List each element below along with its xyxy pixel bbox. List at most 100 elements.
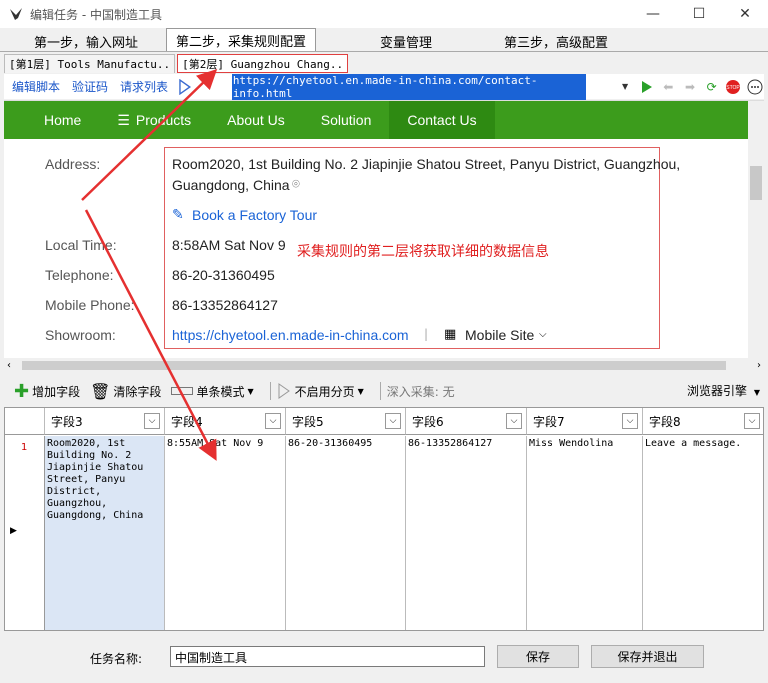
bottom-bar: 任务名称: 中国制造工具 保存 保存并退出: [0, 633, 768, 683]
chevron-down-icon[interactable]: ⌵: [385, 413, 401, 429]
dropdown-arrow-icon: ▼: [357, 386, 364, 396]
mobile-value: 86-13352864127: [172, 297, 278, 313]
tab-step3[interactable]: 第三步，高级配置: [496, 31, 616, 51]
nav-home[interactable]: Home: [4, 101, 99, 139]
task-name-input[interactable]: 中国制造工具: [170, 646, 485, 667]
captcha-link[interactable]: 验证码: [72, 78, 108, 95]
site-nav: Home ☰ Products About Us Solution Contact…: [4, 101, 748, 139]
back-icon[interactable]: ⬅: [659, 78, 677, 96]
add-field-button[interactable]: ✚ 增加字段: [14, 381, 80, 402]
address-label: Address:: [45, 156, 101, 172]
tab-variables[interactable]: 变量管理: [316, 31, 496, 51]
request-list-link[interactable]: 请求列表: [120, 78, 168, 95]
row-header[interactable]: 1 ▶: [5, 436, 45, 630]
nav-products[interactable]: ☰ Products: [99, 101, 209, 139]
grid-header[interactable]: 字段6 ⌵: [406, 408, 527, 435]
clear-field-button[interactable]: 🗑 清除字段: [90, 382, 161, 401]
paging-dropdown[interactable]: 不启用分页 ▼: [277, 383, 364, 400]
layer-tabs: [第1层] Tools Manufactu.. [第2层] Guangzhou …: [4, 53, 764, 73]
data-grid: 字段3 ⌵ 字段4 ⌵ 字段5 ⌵ 字段6 ⌵ 字段7 ⌵ 字段8 ⌵ 1 ▶ Room20…: [4, 407, 764, 631]
tab-step1[interactable]: 第一步，输入网址: [6, 31, 166, 51]
grid-cell[interactable]: Leave a message.: [643, 436, 763, 630]
browser-engine-label: 浏览器引擎: [687, 384, 748, 398]
vertical-scroll-thumb[interactable]: [750, 166, 762, 200]
row-number: 1: [21, 442, 28, 453]
grid-header[interactable]: 字段4 ⌵: [165, 408, 286, 435]
grid-header[interactable]: 字段7 ⌵: [527, 408, 643, 435]
field-toolbar: ✚ 增加字段 🗑 清除字段 单条模式 ▼ 不启用分页 ▼ 深入采集: 无 浏览器…: [4, 378, 764, 404]
local-time-value: 8:58AM Sat Nov 9: [172, 237, 286, 253]
chevron-down-icon[interactable]: ⌵: [506, 413, 522, 429]
nav-solution[interactable]: Solution: [303, 101, 390, 139]
qr-code-icon: ▦: [444, 327, 457, 342]
menu-icon: ☰: [117, 111, 130, 128]
local-time-label: Local Time:: [45, 237, 117, 253]
grid-cell[interactable]: 86-13352864127: [406, 436, 527, 630]
telephone-label: Telephone:: [45, 267, 114, 283]
grid-header-label: 字段8: [649, 414, 681, 429]
scroll-left-icon[interactable]: ‹: [7, 360, 11, 371]
single-mode-dropdown[interactable]: 单条模式 ▼: [171, 383, 254, 400]
grid-cell[interactable]: 86-20-31360495: [286, 436, 406, 630]
chevron-down-icon[interactable]: ⌵: [144, 413, 160, 429]
vertical-scrollbar[interactable]: [748, 101, 764, 358]
chevron-down-icon[interactable]: ⌵: [622, 413, 638, 429]
factory-tour-link[interactable]: Book a Factory Tour: [192, 207, 317, 223]
close-icon[interactable]: ✕: [722, 0, 768, 28]
minimize-icon[interactable]: —: [630, 0, 676, 28]
horizontal-scrollbar[interactable]: ‹ ›: [4, 358, 764, 373]
select-pointer-icon[interactable]: [178, 78, 192, 95]
deep-crawl-label: 深入采集: 无: [386, 384, 455, 399]
grid-cell[interactable]: Miss Wendolina: [527, 436, 643, 630]
maximize-icon[interactable]: ☐: [676, 0, 722, 28]
grid-cell[interactable]: 8:55AM Sat Nov 9: [165, 436, 286, 630]
save-button[interactable]: 保存: [497, 645, 579, 668]
url-dropdown-icon[interactable]: ▼: [622, 82, 634, 91]
svg-text:STOP: STOP: [727, 85, 741, 91]
grid-header-label: 字段6: [412, 414, 444, 429]
url-text: https://chyetool.en.made-in-china.com/co…: [231, 73, 586, 100]
nav-about[interactable]: About Us: [209, 101, 303, 139]
url-field[interactable]: https://chyetool.en.made-in-china.com/co…: [231, 73, 586, 100]
nav-products-label: Products: [135, 112, 192, 128]
more-icon[interactable]: [746, 78, 764, 96]
showroom-link[interactable]: https://chyetool.en.made-in-china.com: [172, 327, 409, 343]
go-icon[interactable]: [638, 78, 656, 96]
grid-header[interactable]: 字段3 ⌵: [45, 408, 165, 435]
tab-step2[interactable]: 第二步，采集规则配置: [166, 28, 316, 51]
trash-icon: 🗑: [90, 381, 111, 401]
app-logo-icon: [10, 8, 22, 20]
chevron-down-icon[interactable]: ⌵: [744, 413, 760, 429]
toolbar-separator: [379, 382, 381, 400]
editor-window: 编辑任务 - 中国制造工具 — ☐ ✕ 第一步，输入网址 第二步，采集规则配置 …: [0, 0, 768, 683]
tab-layer2[interactable]: [第2层] Guangzhou Chang..: [177, 54, 349, 73]
edit-icon: ✎: [172, 207, 184, 223]
browser-toolbar: 编辑脚本 验证码 请求列表 https://chyetool.en.made-i…: [4, 73, 764, 100]
tab-layer1[interactable]: [第1层] Tools Manufactu..: [4, 54, 176, 73]
nav-contact[interactable]: Contact Us: [389, 101, 495, 139]
browser-engine-dropdown[interactable]: 浏览器引擎 ▼: [687, 382, 760, 399]
window-title: 编辑任务 - 中国制造工具: [30, 7, 162, 22]
horizontal-scroll-thumb[interactable]: [22, 361, 726, 370]
grid-header-label: 字段3: [51, 414, 83, 429]
mobile-site-link[interactable]: Mobile Site: [465, 327, 534, 343]
edit-script-link[interactable]: 编辑脚本: [12, 78, 60, 95]
forward-icon[interactable]: ➡: [681, 78, 699, 96]
chevron-down-icon[interactable]: ⌵: [265, 413, 281, 429]
grid-corner: [5, 408, 45, 435]
grid-cell[interactable]: Room2020, 1st Building No. 2 Jiapinjie S…: [45, 436, 165, 630]
stop-icon[interactable]: STOP: [725, 78, 743, 96]
add-field-label: 增加字段: [32, 384, 81, 399]
divider: |: [424, 327, 429, 341]
chevron-down-icon: ⌵: [539, 329, 547, 340]
address-line1: Room2020, 1st Building No. 2 Jiapinjie S…: [172, 156, 681, 172]
plus-icon: ✚: [14, 380, 30, 402]
save-exit-button[interactable]: 保存并退出: [591, 645, 704, 668]
grid-header[interactable]: 字段5 ⌵: [286, 408, 406, 435]
location-pin-icon[interactable]: ⌾: [292, 177, 300, 192]
refresh-icon[interactable]: ⟳: [703, 78, 721, 96]
grid-header[interactable]: 字段8 ⌵: [643, 408, 763, 435]
scroll-right-icon[interactable]: ›: [757, 360, 761, 371]
grid-header-label: 字段7: [533, 414, 565, 429]
task-name-label: 任务名称:: [90, 652, 143, 666]
